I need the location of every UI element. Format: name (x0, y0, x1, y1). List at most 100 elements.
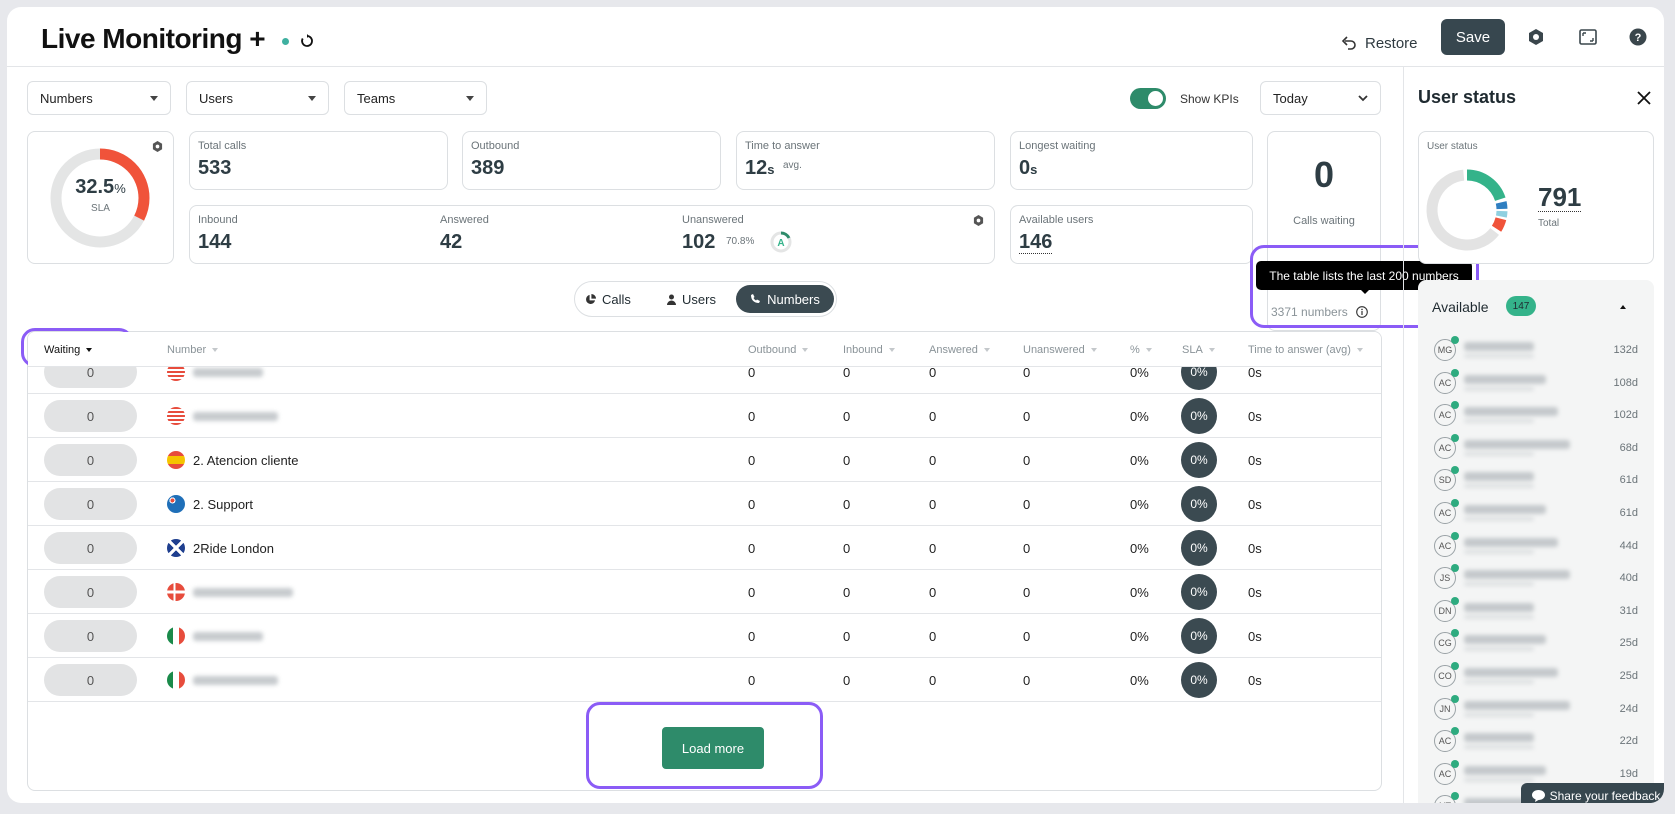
available-count-badge: 147 (1506, 296, 1536, 316)
kpi-value[interactable]: 146 (1019, 231, 1053, 254)
kpi-label: Unanswered (682, 214, 744, 226)
user-list-item[interactable]: CG 25d (1434, 627, 1638, 659)
number-cell (167, 658, 278, 702)
avatar: MG (1434, 336, 1459, 361)
unanswered-cell: 0 (1023, 584, 1031, 600)
redacted-user-name (1464, 570, 1570, 587)
fullscreen-icon[interactable] (1577, 26, 1599, 48)
redacted-user-name (1464, 733, 1534, 750)
help-icon[interactable]: ? (1627, 26, 1649, 48)
redacted-user-name (1464, 439, 1570, 456)
kpi-value: 144 (198, 231, 232, 253)
user-total-value[interactable]: 791 (1538, 183, 1582, 212)
answered-cell: 0 (929, 540, 937, 556)
restore-label: Restore (1365, 34, 1418, 52)
column-header-inbound[interactable]: Inbound (843, 332, 895, 367)
column-header-waiting[interactable]: Waiting (44, 332, 93, 367)
collapse-caret-icon[interactable] (1620, 305, 1626, 309)
numbers-filter-label: Numbers (40, 90, 93, 106)
user-list-item[interactable]: CO 25d (1434, 660, 1638, 692)
users-filter-dropdown[interactable]: Users (186, 81, 329, 115)
redacted-user-name (1464, 635, 1546, 652)
table-row[interactable]: 0 2. Atencion cliente 0 0 0 0 0% 0% 0s (28, 438, 1381, 482)
header-divider (7, 66, 1664, 67)
show-kpis-toggle[interactable] (1130, 88, 1166, 109)
user-status-duration: 19d (1619, 767, 1638, 780)
column-header-sla[interactable]: SLA (1182, 332, 1215, 367)
tab-users[interactable]: Users (667, 286, 716, 312)
tab-numbers[interactable]: Numbers (736, 285, 834, 313)
user-list-item[interactable]: AC 68d (1434, 432, 1638, 464)
table-body[interactable]: 0 0 0 0 0 0% 0% 0s 0 0 0 0 0 0% 0% 0s 0 2.… (28, 367, 1381, 721)
inbound-cell: 0 (843, 672, 851, 688)
tab-calls[interactable]: Calls (585, 286, 631, 312)
kpi-label: Available users (1019, 214, 1094, 226)
outbound-cell: 0 (748, 452, 756, 468)
user-list-item[interactable]: AC 61d (1434, 497, 1638, 529)
user-list-item[interactable]: DN 31d (1434, 595, 1638, 627)
kpi-suffix: avg. (783, 160, 802, 171)
tta-cell: 0s (1248, 452, 1262, 468)
teams-filter-dropdown[interactable]: Teams (344, 81, 487, 115)
kpi-time-to-answer: Time to answer 12s avg. (736, 131, 995, 190)
settings-gear-icon[interactable] (152, 141, 163, 152)
kpi-label: Inbound (198, 214, 238, 226)
outbound-cell: 0 (748, 408, 756, 424)
table-row[interactable]: 0 2. Support 0 0 0 0 0% 0% 0s (28, 482, 1381, 526)
column-header-percent[interactable]: % (1130, 332, 1152, 367)
column-header-number[interactable]: Number (167, 332, 219, 367)
column-header-answered[interactable]: Answered (929, 332, 990, 367)
waiting-pill: 0 (44, 576, 137, 608)
kpi-label: Answered (440, 214, 489, 226)
redacted-user-name (1464, 505, 1546, 521)
percent-cell: 0% (1130, 584, 1149, 600)
donut-segment (1466, 169, 1506, 202)
column-header-outbound[interactable]: Outbound (748, 332, 809, 367)
number-name: 2. Support (193, 496, 253, 512)
avatar: AC (1434, 727, 1459, 753)
table-row[interactable]: 0 2Ride London 0 0 0 0 0% 0% 0s (28, 526, 1381, 570)
unanswered-cell: 0 (1023, 628, 1031, 644)
user-list-item[interactable]: AC 44d (1434, 530, 1638, 562)
user-list-item[interactable]: JS 40d (1434, 562, 1638, 594)
kpi-outbound: Outbound 389 (462, 131, 721, 190)
restore-button[interactable]: Restore (1341, 27, 1418, 59)
column-header-unanswered[interactable]: Unanswered (1023, 332, 1097, 367)
table-row[interactable]: 0 0 0 0 0 0% 0% 0s (28, 394, 1381, 438)
table-row[interactable]: 0 0 0 0 0 0% 0% 0s (28, 614, 1381, 658)
waiting-pill: 0 (44, 620, 137, 652)
user-list-item[interactable]: SD 61d (1434, 464, 1638, 496)
sort-icon (1208, 347, 1215, 352)
numbers-filter-dropdown[interactable]: Numbers (27, 81, 171, 115)
inbound-cell: 0 (843, 584, 851, 600)
table-row[interactable]: 0 0 0 0 0 0% 0% 0s (28, 658, 1381, 702)
inbound-cell: 0 (843, 452, 851, 468)
settings-gear-icon[interactable] (1525, 26, 1547, 48)
period-dropdown[interactable]: Today (1260, 81, 1381, 115)
table-row[interactable]: 0 0 0 0 0 0% 0% 0s (28, 367, 1381, 394)
user-list-item[interactable]: JN 24d (1434, 693, 1638, 725)
kpi-available-users: Available users 146 (1010, 205, 1253, 264)
user-status-duration: 22d (1619, 735, 1638, 748)
user-list-item[interactable]: AC 108d (1434, 367, 1638, 399)
close-icon[interactable] (1635, 89, 1653, 107)
table-row[interactable]: 0 0 0 0 0 0% 0% 0s (28, 570, 1381, 614)
percent-cell: 0% (1130, 540, 1149, 556)
answered-cell: 0 (929, 452, 937, 468)
kpi-value: 42 (440, 231, 463, 253)
column-header-time-to-answer[interactable]: Time to answer (avg) (1248, 332, 1363, 367)
avatar: DN (1434, 596, 1459, 622)
settings-gear-icon[interactable] (973, 215, 984, 226)
user-list-item[interactable]: AC 22d (1434, 725, 1638, 757)
save-button[interactable]: Save (1441, 19, 1505, 55)
unanswered-cell: 0 (1023, 452, 1031, 468)
avatar: AC (1434, 499, 1459, 524)
kpi-label: Outbound (471, 140, 520, 152)
inbound-cell: 0 (843, 496, 851, 512)
share-feedback-button[interactable]: Share your feedback (1521, 783, 1664, 803)
user-list-item[interactable]: AC 102d (1434, 399, 1638, 431)
user-list-item[interactable]: MG 132d (1434, 334, 1638, 366)
refresh-icon[interactable] (299, 33, 315, 49)
answered-cell: 0 (929, 367, 937, 380)
avatar: JS (1434, 564, 1459, 590)
